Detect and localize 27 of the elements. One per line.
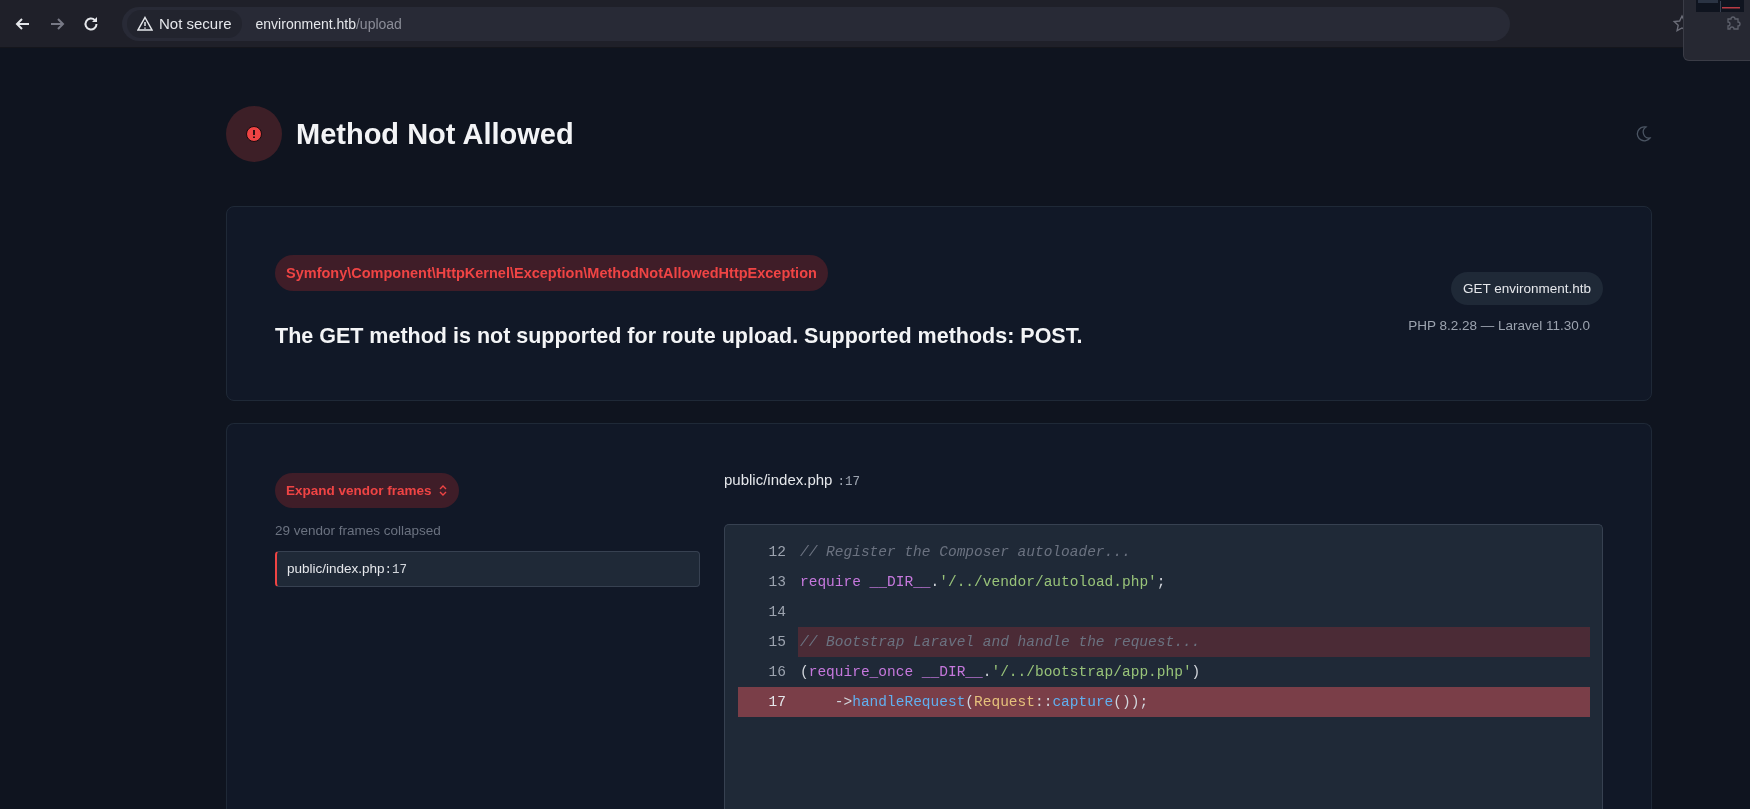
file-header: public/index.php :17 (724, 471, 861, 491)
line-number: 13 (767, 573, 787, 592)
page-title: Method Not Allowed (296, 117, 575, 151)
request-pill: GET environment.htb (1450, 272, 1603, 305)
warning-icon (137, 16, 153, 31)
stack-frame[interactable]: public/index.php:17 (275, 551, 700, 587)
chevron-icon (437, 484, 448, 497)
security-chip[interactable]: Not secure (127, 9, 242, 38)
line-number: 16 (767, 663, 787, 682)
code-line: (require_once __DIR__.'/../bootstrap/app.php') (799, 663, 1202, 682)
puzzle-icon[interactable] (1725, 13, 1743, 31)
collapsed-note: 29 vendor frames collapsed (275, 523, 442, 538)
alert-icon (246, 126, 262, 142)
moon-icon[interactable] (1634, 125, 1652, 143)
code-line: require __DIR__.'/../vendor/autoload.php'; (799, 573, 1167, 592)
exception-message: The GET method is not supported for route upload. Supported methods: POST. (275, 324, 1083, 349)
address-bar[interactable]: Not secure environment.htb/upload (122, 6, 1510, 41)
line-number: 15 (767, 633, 787, 652)
line-number: 14 (767, 603, 787, 622)
expand-vendor-frames-button[interactable]: Expand vendor frames (275, 473, 459, 508)
url-text[interactable]: environment.htb/upload (255, 15, 402, 32)
security-label: Not secure (159, 15, 232, 32)
line-number: 17 (738, 687, 800, 717)
line-number: 12 (767, 543, 787, 562)
version-text: PHP 8.2.28 — Laravel 11.30.0 (1408, 318, 1590, 333)
code-line: // Register the Composer autoloader... (799, 543, 1132, 562)
exception-class: Symfony\Component\HttpKernel\Exception\MethodNotAllowedHttpException (275, 255, 828, 291)
